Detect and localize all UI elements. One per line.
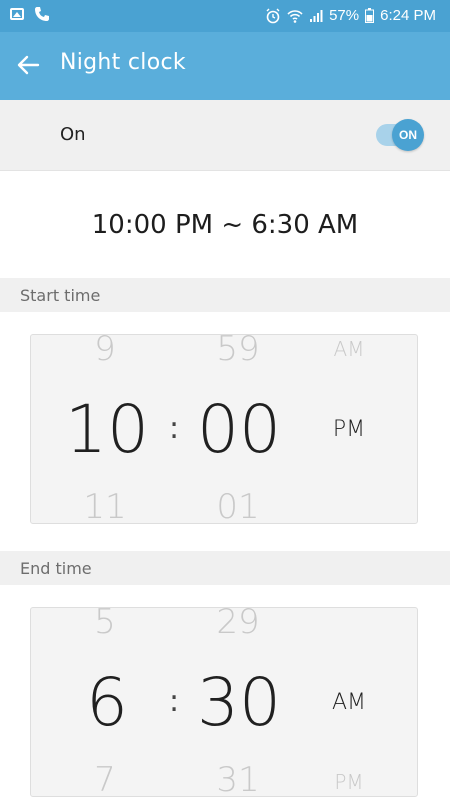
end-minute-prev[interactable]: 29: [203, 608, 273, 642]
status-bar: 57% 6:24 PM: [0, 0, 450, 32]
alarm-icon: [266, 8, 280, 23]
end-hour-prev[interactable]: 5: [75, 608, 135, 642]
start-minute-prev[interactable]: 59: [203, 335, 273, 369]
start-time-label: Start time: [20, 286, 101, 305]
end-minute-selected[interactable]: 30: [189, 664, 289, 741]
battery-icon: [365, 8, 375, 23]
status-bar-left: [10, 6, 50, 22]
end-period-next[interactable]: PM: [319, 770, 379, 794]
start-time-header: Start time: [0, 278, 450, 312]
back-arrow-icon[interactable]: [16, 52, 42, 78]
end-time-header: End time: [0, 551, 450, 585]
start-hour-prev[interactable]: 9: [75, 335, 135, 369]
start-period-selected[interactable]: PM: [319, 417, 379, 442]
status-time: 6:24 PM: [380, 7, 436, 24]
image-icon: [10, 8, 24, 20]
switch-knob: ON: [392, 119, 424, 151]
wifi-icon: [287, 9, 303, 23]
status-bar-right: 57% 6:24 PM: [265, 7, 436, 24]
end-period-selected[interactable]: AM: [319, 690, 379, 715]
end-colon: :: [169, 684, 180, 719]
on-off-switch[interactable]: ON: [376, 119, 424, 151]
end-time-label: End time: [20, 559, 92, 578]
night-clock-toggle-row[interactable]: On ON: [0, 100, 450, 171]
toggle-label: On: [60, 124, 86, 145]
start-minute-selected[interactable]: 00: [189, 391, 289, 468]
page-title: Night clock: [60, 50, 186, 75]
start-hour-selected[interactable]: 10: [57, 391, 157, 468]
end-minute-next[interactable]: 31: [203, 760, 273, 796]
app-bar: Night clock: [0, 32, 450, 100]
time-range-summary: 10:00 PM ~ 6:30 AM: [91, 210, 359, 240]
start-colon: :: [169, 411, 180, 446]
end-hour-selected[interactable]: 6: [57, 664, 157, 741]
start-minute-next[interactable]: 01: [203, 487, 273, 523]
end-hour-next[interactable]: 7: [75, 760, 135, 796]
signal-icon: [310, 9, 323, 22]
battery-percent: 57%: [329, 7, 360, 24]
start-time-picker[interactable]: 9 59 AM 10 : 00 PM 11 01: [30, 334, 418, 524]
end-time-picker[interactable]: 5 29 6 : 30 AM 7 31 PM: [30, 607, 418, 797]
start-hour-next[interactable]: 11: [75, 487, 135, 523]
start-period-prev[interactable]: AM: [319, 337, 379, 361]
phone-icon: [35, 7, 49, 21]
